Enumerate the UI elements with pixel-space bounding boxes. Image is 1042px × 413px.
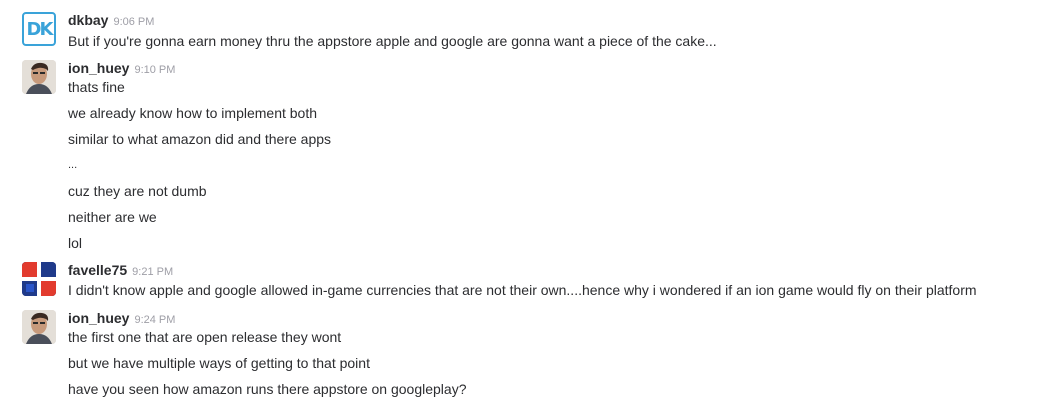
timestamp-link[interactable]: 9:21 PM (132, 266, 173, 278)
message-text: lol (68, 235, 83, 251)
message-text: the first one that are open release they… (68, 329, 342, 345)
message-group: favelle75 9:21 PM I didn't know apple and… (0, 262, 1042, 298)
avatar-logo-text: DK (26, 18, 54, 40)
timestamp-link[interactable]: 9:24 PM (134, 314, 175, 326)
message-text: but we have multiple ways of getting to … (68, 355, 370, 371)
user-avatar[interactable] (22, 262, 56, 296)
message-text: cuz they are not dumb (68, 183, 207, 199)
message-header: favelle75 9:21 PM (68, 262, 173, 280)
username-link[interactable]: dkbay (68, 12, 108, 28)
red-blue-pattern-icon (22, 262, 56, 296)
message-text: thats fine (68, 79, 125, 95)
timestamp-link[interactable]: 9:06 PM (113, 16, 154, 28)
message-group: DK dkbay 9:06 PM But if you're gonna earn… (0, 12, 1042, 49)
user-avatar[interactable]: DK (22, 12, 56, 46)
message-text: neither are we (68, 209, 157, 225)
username-link[interactable]: favelle75 (68, 262, 127, 278)
message-text: But if you're gonna earn money thru the … (68, 33, 717, 49)
user-photo-icon (22, 310, 56, 344)
user-photo-icon (22, 60, 56, 94)
message-text: have you seen how amazon runs there apps… (68, 381, 467, 397)
message-header: dkbay 9:06 PM (68, 12, 154, 30)
message-group: ion_huey 9:24 PM the first one that are o… (0, 310, 1042, 400)
message-header: ion_huey 9:24 PM (68, 310, 175, 328)
user-avatar[interactable] (22, 310, 56, 344)
message-text: we already know how to implement both (68, 105, 318, 121)
message-text: similar to what amazon did and there app… (68, 131, 332, 147)
message-header: ion_huey 9:10 PM (68, 60, 175, 78)
username-link[interactable]: ion_huey (68, 60, 129, 76)
timestamp-link[interactable]: 9:10 PM (134, 64, 175, 76)
message-text: ... (68, 159, 78, 171)
user-avatar[interactable] (22, 60, 56, 94)
message-text: I didn't know apple and google allowed i… (68, 282, 977, 298)
message-group: ion_huey 9:10 PM thats fine we already kn… (0, 60, 1042, 256)
username-link[interactable]: ion_huey (68, 310, 129, 326)
